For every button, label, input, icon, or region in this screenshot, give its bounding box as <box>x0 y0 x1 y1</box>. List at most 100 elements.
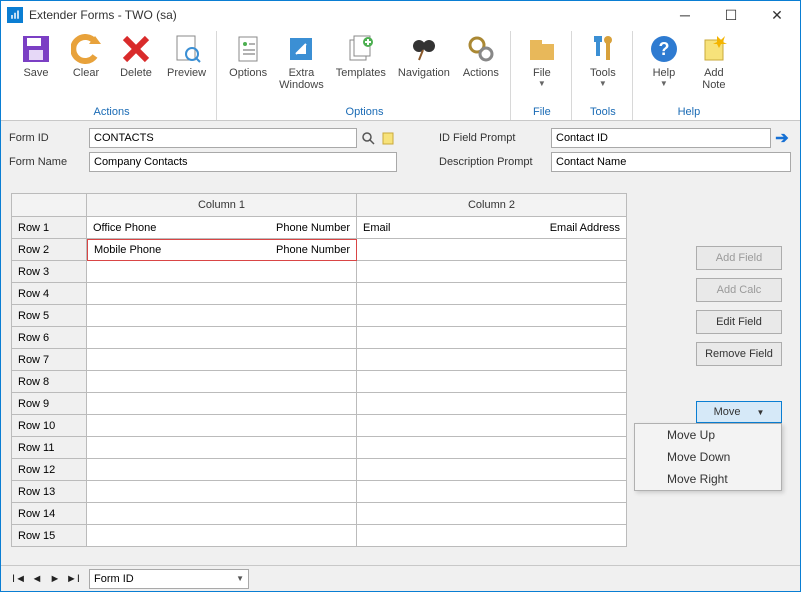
grid-cell[interactable] <box>87 261 357 283</box>
options-button[interactable]: Options <box>225 31 271 104</box>
id-prompt-field[interactable]: Contact ID <box>551 128 771 148</box>
options-icon <box>232 33 264 65</box>
grid-cell[interactable] <box>357 459 627 481</box>
file-icon <box>526 33 558 65</box>
grid-cell[interactable] <box>357 349 627 371</box>
templates-icon <box>345 33 377 65</box>
grid-cell[interactable] <box>357 393 627 415</box>
ribbon-group-label: Help <box>641 104 737 120</box>
grid-cell[interactable] <box>87 459 357 481</box>
help-icon: ? <box>648 33 680 65</box>
minimize-button[interactable]: ─ <box>662 1 708 29</box>
add-field-button[interactable]: Add Field <box>696 246 782 270</box>
grid-row-label: Row 11 <box>11 437 87 459</box>
ribbon-group-actions: Save Clear Delete Preview Actions <box>7 31 217 120</box>
ribbon-group-file: File ▼ File <box>513 31 572 120</box>
maximize-button[interactable]: ☐ <box>708 1 754 29</box>
side-buttons: Add Field Add Calc Edit Field Remove Fie… <box>696 246 782 366</box>
remove-field-button[interactable]: Remove Field <box>696 342 782 366</box>
form-id-field[interactable]: CONTACTS <box>89 128 357 148</box>
ribbon-group-tools: Tools ▼ Tools <box>574 31 633 120</box>
move-dropdown-button[interactable]: Move ▼ <box>696 401 782 423</box>
id-prompt-label: ID Field Prompt <box>439 132 549 144</box>
grid-cell[interactable] <box>87 305 357 327</box>
grid-cell[interactable] <box>357 239 627 261</box>
save-button[interactable]: Save <box>13 31 59 104</box>
window-title: Extender Forms - TWO (sa) <box>29 8 177 22</box>
chevron-down-icon: ▼ <box>599 80 607 89</box>
form-name-field[interactable]: Company Contacts <box>89 152 397 172</box>
move-right-item[interactable]: Move Right <box>635 468 781 490</box>
move-menu: Move Up Move Down Move Right <box>634 423 782 491</box>
clear-button[interactable]: Clear <box>63 31 109 104</box>
templates-button[interactable]: Templates <box>332 31 390 104</box>
actions-button[interactable]: Actions <box>458 31 504 104</box>
help-dropdown[interactable]: ? Help ▼ <box>641 31 687 104</box>
grid-row-label: Row 15 <box>11 525 87 547</box>
extra-windows-button[interactable]: Extra Windows <box>275 31 328 104</box>
grid-cell[interactable] <box>87 415 357 437</box>
chevron-down-icon: ▼ <box>538 80 546 89</box>
grid-cell[interactable] <box>357 283 627 305</box>
form-name-label: Form Name <box>9 156 87 168</box>
grid-cell[interactable] <box>357 525 627 547</box>
grid-cell[interactable] <box>87 437 357 459</box>
move-up-item[interactable]: Move Up <box>635 424 781 446</box>
grid-cell[interactable] <box>87 371 357 393</box>
ribbon-group-label: Options <box>225 104 504 120</box>
grid-cell[interactable] <box>87 481 357 503</box>
grid-cell[interactable] <box>357 327 627 349</box>
grid-row-label: Row 2 <box>11 239 87 261</box>
grid-row-label: Row 13 <box>11 481 87 503</box>
statusbar: I◄ ◄ ► ►I Form ID ▼ <box>1 565 800 591</box>
grid-cell[interactable] <box>357 371 627 393</box>
navigation-button[interactable]: Navigation <box>394 31 454 104</box>
nav-prev[interactable]: ◄ <box>29 571 45 587</box>
grid-row-label: Row 10 <box>11 415 87 437</box>
move-down-item[interactable]: Move Down <box>635 446 781 468</box>
close-button[interactable]: ✕ <box>754 1 800 29</box>
grid-corner <box>11 193 87 217</box>
delete-button[interactable]: Delete <box>113 31 159 104</box>
grid-cell[interactable]: Office PhonePhone Number <box>87 217 357 239</box>
grid-cell[interactable] <box>357 415 627 437</box>
grid-cell[interactable]: EmailEmail Address <box>357 217 627 239</box>
preview-icon <box>171 33 203 65</box>
preview-button[interactable]: Preview <box>163 31 210 104</box>
edit-field-button[interactable]: Edit Field <box>696 310 782 334</box>
grid-cell[interactable] <box>357 481 627 503</box>
desc-prompt-label: Description Prompt <box>439 156 549 168</box>
grid-cell[interactable] <box>87 525 357 547</box>
link-arrow-icon[interactable]: ➔ <box>773 129 791 147</box>
nav-last[interactable]: ►I <box>65 571 81 587</box>
grid-row-label: Row 1 <box>11 217 87 239</box>
grid-cell[interactable] <box>87 503 357 525</box>
add-note-button[interactable]: Add Note <box>691 31 737 104</box>
grid-cell[interactable] <box>87 349 357 371</box>
grid-row-label: Row 3 <box>11 261 87 283</box>
lookup-icon[interactable] <box>359 129 377 147</box>
grid-cell[interactable] <box>87 327 357 349</box>
nav-next[interactable]: ► <box>47 571 63 587</box>
grid-cell[interactable] <box>357 305 627 327</box>
grid-cell[interactable] <box>87 283 357 305</box>
grid-cell[interactable] <box>87 393 357 415</box>
file-dropdown[interactable]: File ▼ <box>519 31 565 104</box>
desc-prompt-field[interactable]: Contact Name <box>551 152 791 172</box>
grid-cell[interactable] <box>357 437 627 459</box>
tools-dropdown[interactable]: Tools ▼ <box>580 31 626 104</box>
ribbon-group-label: Tools <box>580 104 626 120</box>
grid-cell[interactable] <box>357 261 627 283</box>
sort-combo[interactable]: Form ID ▼ <box>89 569 249 589</box>
grid-cell[interactable] <box>357 503 627 525</box>
note-icon[interactable] <box>379 129 397 147</box>
grid-row-label: Row 6 <box>11 327 87 349</box>
grid-cell[interactable]: Mobile PhonePhone Number <box>87 239 357 261</box>
app-icon <box>7 7 23 23</box>
fields-grid-wrap: Column 1 Column 2 Row 1Office PhonePhone… <box>11 193 790 561</box>
nav-first[interactable]: I◄ <box>11 571 27 587</box>
add-calc-button[interactable]: Add Calc <box>696 278 782 302</box>
form-id-label: Form ID <box>9 132 87 144</box>
record-nav: I◄ ◄ ► ►I <box>11 571 81 587</box>
ribbon-group-label: Actions <box>13 104 210 120</box>
